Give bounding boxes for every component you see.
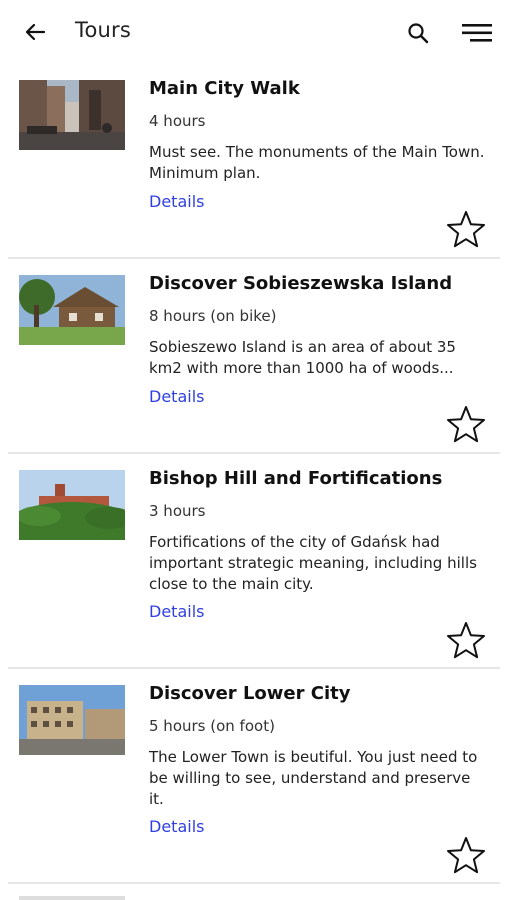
details-link[interactable]: Details bbox=[149, 192, 204, 211]
tour-title: Discover Sobieszewska Island bbox=[149, 273, 453, 294]
next-tour-thumbnail-partial bbox=[19, 896, 125, 900]
star-icon[interactable] bbox=[444, 208, 488, 252]
search-button[interactable] bbox=[403, 18, 433, 48]
details-link[interactable]: Details bbox=[149, 602, 204, 621]
lower-city-photo bbox=[19, 685, 125, 755]
wooden-house-photo bbox=[19, 275, 125, 345]
tour-duration: 8 hours (on bike) bbox=[149, 307, 277, 325]
page-title: Tours bbox=[75, 18, 131, 42]
back-arrow-icon bbox=[25, 23, 46, 41]
tour-thumbnail[interactable] bbox=[19, 470, 125, 540]
tour-title: Discover Lower City bbox=[149, 683, 351, 704]
tour-title: Main City Walk bbox=[149, 78, 300, 99]
tour-duration: 3 hours bbox=[149, 502, 206, 520]
details-link[interactable]: Details bbox=[149, 387, 204, 406]
tour-card[interactable]: Main City Walk 4 hours Must see. The mon… bbox=[0, 64, 506, 259]
tour-thumbnail[interactable] bbox=[19, 80, 125, 150]
app-bar: Tours bbox=[0, 0, 506, 64]
back-button[interactable] bbox=[20, 18, 50, 46]
tour-description: Fortifications of the city of Gdańsk had… bbox=[149, 533, 477, 593]
tour-card[interactable]: Bishop Hill and Fortifications 3 hours F… bbox=[0, 454, 506, 669]
hill-building-photo bbox=[19, 470, 125, 540]
tour-description: Sobieszewo Island is an area of about 35… bbox=[149, 338, 456, 377]
tour-description: Must see. The monuments of the Main Town… bbox=[149, 143, 485, 182]
tour-list: Main City Walk 4 hours Must see. The mon… bbox=[0, 64, 506, 884]
search-icon bbox=[408, 23, 429, 44]
tour-duration: 5 hours (on foot) bbox=[149, 717, 275, 735]
tour-description: The Lower Town is beutiful. You just nee… bbox=[149, 748, 478, 808]
star-icon[interactable] bbox=[444, 834, 488, 878]
tour-title: Bishop Hill and Fortifications bbox=[149, 468, 443, 489]
tour-thumbnail[interactable] bbox=[19, 275, 125, 345]
divider bbox=[8, 882, 500, 884]
star-icon[interactable] bbox=[444, 403, 488, 447]
menu-button[interactable] bbox=[459, 18, 495, 48]
details-link[interactable]: Details bbox=[149, 817, 204, 836]
star-icon[interactable] bbox=[444, 619, 488, 663]
tour-card[interactable]: Discover Lower City 5 hours (on foot) Th… bbox=[0, 669, 506, 884]
tour-card[interactable]: Discover Sobieszewska Island 8 hours (on… bbox=[0, 259, 506, 454]
tour-duration: 4 hours bbox=[149, 112, 206, 130]
city-street-photo bbox=[19, 80, 125, 150]
tour-thumbnail[interactable] bbox=[19, 685, 125, 755]
menu-icon bbox=[462, 24, 492, 42]
